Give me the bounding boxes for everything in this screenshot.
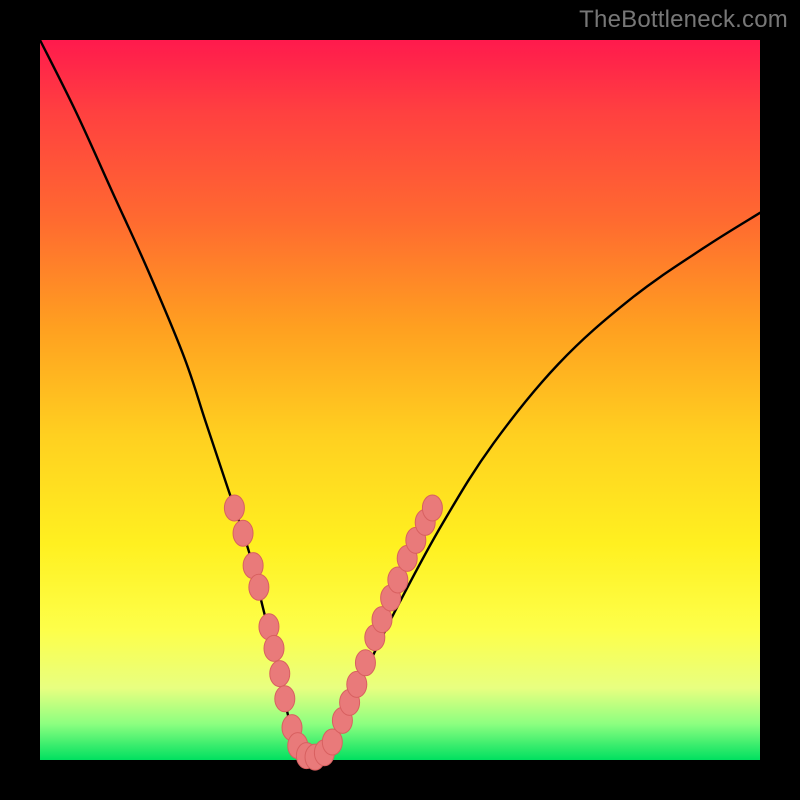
curve-bead (264, 635, 284, 661)
curve-bead (249, 574, 269, 600)
curve-bead (270, 661, 290, 687)
curve-bead (275, 686, 295, 712)
chart-plot-area (40, 40, 760, 760)
bottleneck-curve (40, 40, 760, 762)
watermark-text: TheBottleneck.com (579, 6, 788, 34)
curve-bead (224, 495, 244, 521)
chart-svg (40, 40, 760, 760)
curve-bead (355, 650, 375, 676)
curve-bead (233, 520, 253, 546)
curve-beads (224, 495, 442, 770)
curve-bead (422, 495, 442, 521)
